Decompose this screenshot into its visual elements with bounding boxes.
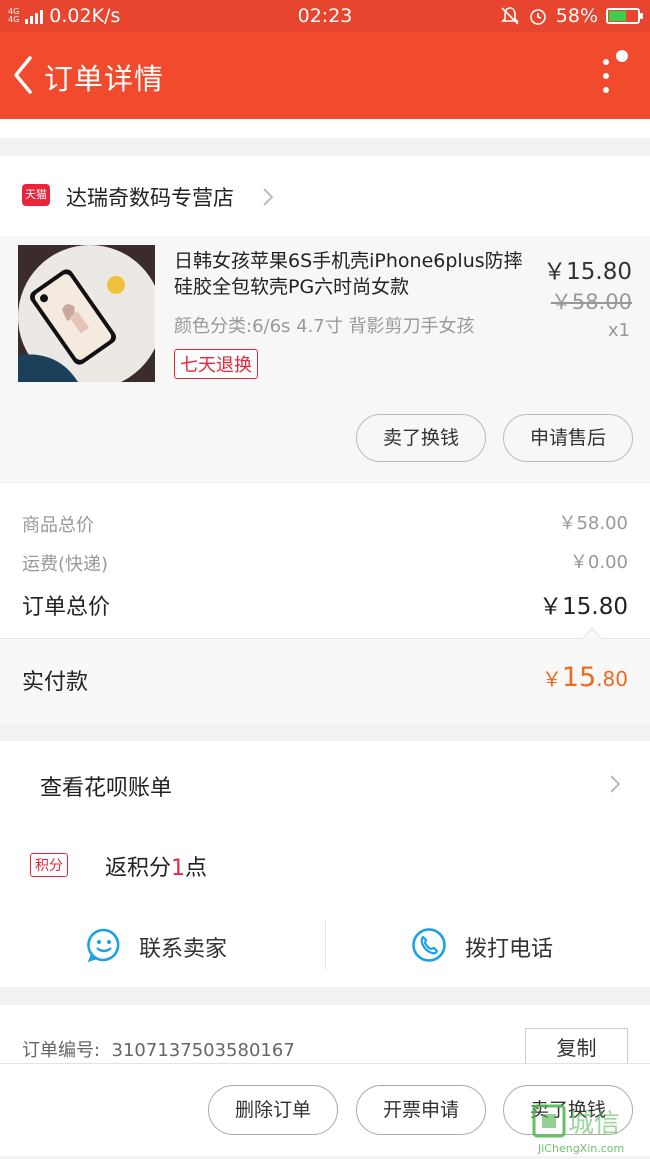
contact-seller-button[interactable]: 联系卖家 bbox=[139, 931, 227, 963]
call-phone-button[interactable]: 拨打电话 bbox=[465, 931, 553, 963]
huabei-bill-link[interactable]: 查看花呗账单 bbox=[40, 770, 172, 802]
return-policy-tag: 七天退换 bbox=[174, 349, 258, 379]
watermark-logo-text: 城信 bbox=[568, 1109, 620, 1139]
chevron-right-icon bbox=[263, 188, 274, 206]
chevron-right-icon bbox=[610, 775, 621, 793]
sell-for-cash-button[interactable]: 卖了换钱 bbox=[356, 414, 486, 462]
product-price: ￥15.80 bbox=[543, 259, 632, 285]
shipping-value: ￥0.00 bbox=[569, 552, 628, 573]
watermark-url: JiChengXin.com bbox=[537, 1142, 624, 1155]
product-thumbnail[interactable] bbox=[18, 245, 155, 382]
status-bar: 4G 4G 0.02K/s 02:23 58% bbox=[0, 0, 650, 32]
tmall-badge: 天猫 bbox=[22, 184, 50, 206]
divider bbox=[325, 920, 326, 970]
order-total-label: 订单总价 bbox=[22, 595, 111, 620]
product-quantity: x1 bbox=[607, 320, 630, 341]
goods-total-value: ￥58.00 bbox=[558, 513, 628, 534]
shop-name[interactable]: 达瑞奇数码专营店 bbox=[66, 182, 234, 212]
invoice-request-button[interactable]: 开票申请 bbox=[356, 1085, 486, 1135]
page-title: 订单详情 bbox=[44, 62, 165, 96]
delete-order-button[interactable]: 删除订单 bbox=[208, 1085, 338, 1135]
points-reward: 返积分1点 bbox=[105, 856, 208, 881]
shipping-label: 运费(快递) bbox=[22, 554, 109, 575]
goods-total-label: 商品总价 bbox=[22, 515, 94, 536]
product-title[interactable]: 日韩女孩苹果6S手机壳iPhone6plus防摔硅胶全包软壳PG六时尚女款 bbox=[174, 248, 536, 300]
battery-icon bbox=[606, 8, 643, 24]
nav-header: 订单详情 bbox=[0, 32, 650, 119]
product-spec: 颜色分类:6/6s 4.7寸 背影剪刀手女孩 bbox=[174, 316, 475, 337]
site-watermark: 城信 JiChengXin.com bbox=[532, 1102, 650, 1155]
order-number: 订单编号: 3107137503580167 bbox=[22, 1040, 295, 1061]
points-tag: 积分 bbox=[30, 853, 68, 877]
mute-bell-icon bbox=[500, 7, 519, 25]
pointer-caret-icon bbox=[582, 627, 602, 639]
more-menu-icon[interactable] bbox=[600, 48, 630, 108]
phone-icon[interactable] bbox=[411, 927, 447, 963]
back-arrow-icon[interactable] bbox=[8, 52, 38, 98]
alarm-icon bbox=[529, 9, 546, 25]
paid-label: 实付款 bbox=[22, 670, 89, 695]
paid-amount: ￥15.80 bbox=[541, 662, 628, 693]
top-strip bbox=[0, 119, 650, 138]
battery-percent: 58% bbox=[555, 5, 598, 27]
order-total-value: ￥15.80 bbox=[539, 594, 628, 620]
chat-smile-icon[interactable] bbox=[86, 927, 122, 963]
after-sale-button[interactable]: 申请售后 bbox=[503, 414, 633, 462]
product-original-price: ￥58.00 bbox=[550, 290, 632, 314]
copy-order-button[interactable]: 复制 bbox=[525, 1028, 628, 1068]
